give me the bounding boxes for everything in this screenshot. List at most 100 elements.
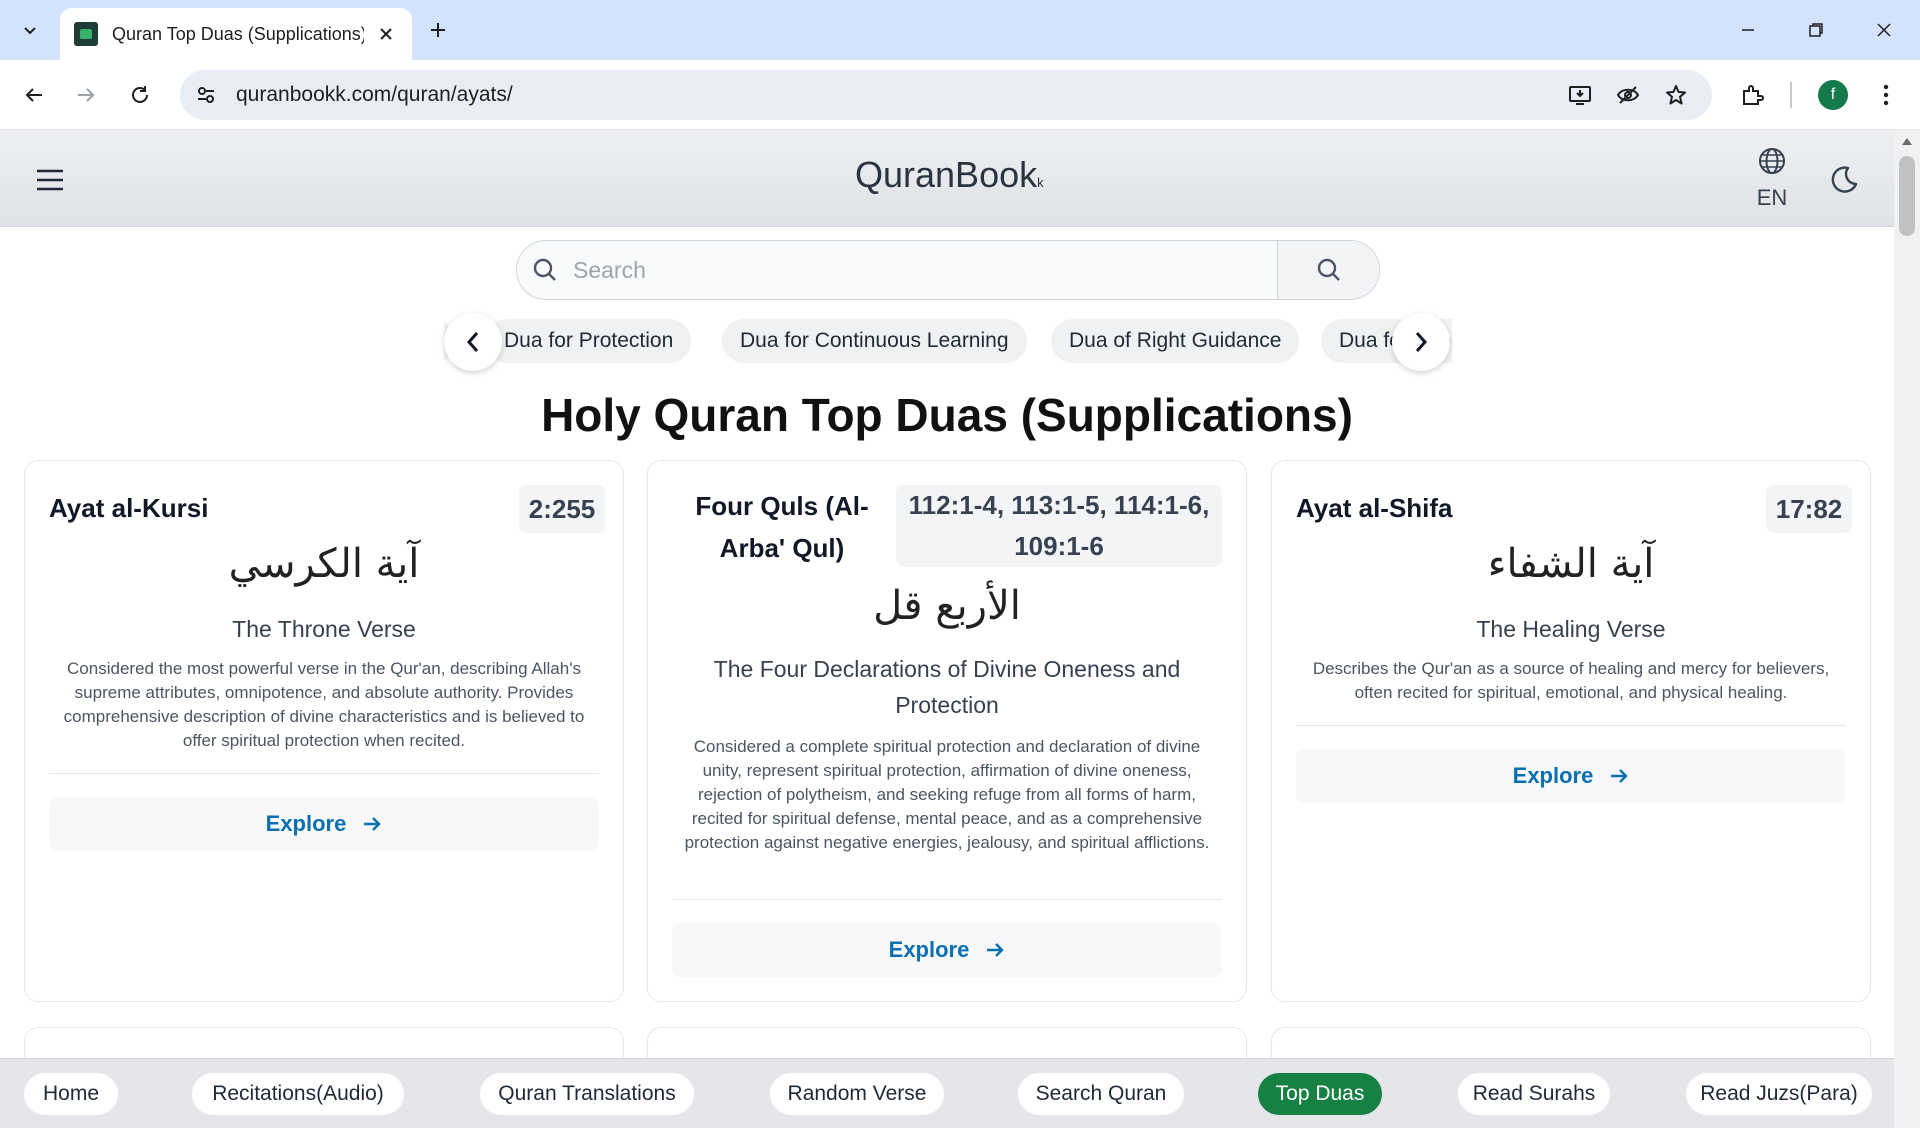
- verse-reference-badge: 2:255: [519, 485, 605, 533]
- address-bar[interactable]: quranbookk.com/quran/ayats/: [180, 70, 1712, 120]
- card-arabic-title: آية الكرسي: [228, 541, 420, 587]
- reload-icon: [132, 86, 148, 103]
- browser-tab-active[interactable]: Quran Top Duas (Supplications): [60, 8, 412, 60]
- language-label: EN: [1756, 185, 1788, 210]
- page-title: Holy Quran Top Duas (Supplications): [541, 389, 1353, 441]
- nav-home[interactable]: Home: [24, 1073, 118, 1115]
- hamburger-menu-button[interactable]: [30, 160, 70, 200]
- explore-button[interactable]: Explore: [49, 797, 599, 851]
- card-english-title: The Throne Verse: [232, 616, 416, 642]
- nav-read-surahs[interactable]: Read Surahs: [1458, 1073, 1610, 1115]
- close-icon: [380, 28, 392, 40]
- verse-reference-badge: 112:1-4, 113:1-5, 114:1-6, 109:1-6: [896, 485, 1222, 567]
- explore-button[interactable]: Explore: [672, 923, 1222, 977]
- nav-search-quran[interactable]: Search Quran: [1018, 1073, 1184, 1115]
- extensions-button[interactable]: [1732, 75, 1772, 115]
- tab-close-button[interactable]: [374, 22, 398, 46]
- carousel-prev-button[interactable]: [444, 313, 502, 371]
- arrow-right-icon: [985, 940, 1005, 960]
- search-icon: [1317, 258, 1340, 281]
- search-icon: [517, 241, 573, 299]
- card-divider: [49, 773, 599, 774]
- quranbook-favicon-icon: [74, 22, 98, 46]
- plus-icon: [431, 23, 445, 37]
- language-selector[interactable]: EN: [1752, 146, 1792, 211]
- scroll-up-arrow-icon[interactable]: [1902, 138, 1912, 145]
- dua-category-carousel: a Dua for Protection Dua for Continuous …: [444, 313, 1452, 381]
- browser-tabstrip: Quran Top Duas (Supplications): [0, 0, 1920, 60]
- site-logo[interactable]: QuranBookk: [855, 154, 1044, 196]
- page-scrollbar[interactable]: [1894, 130, 1920, 1128]
- dark-mode-toggle[interactable]: [1826, 162, 1862, 198]
- chevron-down-icon: [24, 27, 36, 35]
- card-english-title: The Healing Verse: [1476, 616, 1666, 642]
- browser-menu-button[interactable]: [1866, 75, 1906, 115]
- search-input[interactable]: [573, 241, 1277, 299]
- explore-label: Explore: [1512, 763, 1594, 788]
- dua-card: Four Quls (Al-Arba' Qul) 112:1-4, 113:1-…: [647, 460, 1247, 1002]
- card-title: Ayat al-Kursi: [49, 493, 209, 523]
- carousel-viewport: a Dua for Protection Dua for Continuous …: [444, 313, 1452, 381]
- close-window-button[interactable]: [1856, 8, 1912, 52]
- close-icon: [1877, 23, 1891, 37]
- minimize-button[interactable]: [1720, 8, 1776, 52]
- tracking-protection-button[interactable]: [1608, 75, 1648, 115]
- tab-title: Quran Top Duas (Supplications): [112, 23, 364, 44]
- card-arabic-title: آية الشفاء: [1487, 541, 1655, 587]
- card-english-title: The Four Declarations of Divine Oneness …: [713, 656, 1181, 718]
- arrow-right-icon: [78, 88, 95, 102]
- reload-button[interactable]: [120, 75, 160, 115]
- verse-reference-badge: 17:82: [1766, 485, 1852, 533]
- dua-card: Ayat al-Shifa 17:82 آية الشفاء The Heali…: [1271, 460, 1871, 1002]
- chevron-left-icon: [466, 332, 479, 352]
- star-icon: [1666, 85, 1686, 105]
- eye-off-icon: [1616, 86, 1640, 104]
- category-chip[interactable]: Dua for Protection: [486, 319, 692, 363]
- chevron-right-icon: [1415, 332, 1428, 352]
- nav-quran-translations[interactable]: Quran Translations: [480, 1073, 694, 1115]
- profile-avatar[interactable]: f: [1818, 80, 1848, 110]
- category-chip[interactable]: Dua for Continuous Learning: [722, 319, 1027, 363]
- card-arabic-title: الأربع قل: [873, 583, 1021, 629]
- card-divider: [672, 899, 1222, 900]
- install-icon: [1569, 86, 1591, 105]
- puzzle-icon: [1743, 85, 1764, 105]
- dua-card: Ayat al-Kursi 2:255 آية الكرسي The Thron…: [24, 460, 624, 1002]
- logo-text: QuranBook: [855, 154, 1038, 195]
- more-vertical-icon: [1883, 84, 1889, 106]
- nav-random-verse[interactable]: Random Verse: [770, 1073, 944, 1115]
- scrollbar-thumb[interactable]: [1899, 156, 1915, 236]
- globe-icon: [1759, 148, 1785, 174]
- url-text: quranbookk.com/quran/ayats/: [236, 83, 513, 106]
- explore-button[interactable]: Explore: [1296, 749, 1846, 803]
- carousel-next-button[interactable]: [1392, 313, 1450, 371]
- nav-top-duas[interactable]: Top Duas: [1258, 1073, 1382, 1115]
- install-app-button[interactable]: [1560, 75, 1600, 115]
- card-divider: [1296, 725, 1846, 726]
- category-chip[interactable]: Dua of Right Guidance: [1051, 319, 1300, 363]
- forward-button[interactable]: [66, 75, 106, 115]
- nav-read-juzs[interactable]: Read Juzs(Para): [1686, 1073, 1872, 1115]
- card-description: Describes the Qur'an as a source of heal…: [1312, 659, 1830, 702]
- card-description: Considered the most powerful verse in th…: [63, 659, 585, 750]
- new-tab-button[interactable]: [420, 12, 456, 48]
- restore-icon: [1809, 23, 1823, 37]
- hamburger-icon: [37, 169, 63, 191]
- search-submit-button[interactable]: [1277, 241, 1379, 299]
- explore-label: Explore: [888, 937, 970, 962]
- bookmark-star-button[interactable]: [1656, 75, 1696, 115]
- restore-button[interactable]: [1788, 8, 1844, 52]
- moon-icon: [1831, 166, 1858, 193]
- logo-suffix: k: [1037, 175, 1044, 190]
- card-title: Four Quls (Al-Arba' Qul): [695, 491, 869, 563]
- card-description: Considered a complete spiritual protecti…: [684, 737, 1210, 852]
- site-header: QuranBookk EN: [0, 130, 1894, 227]
- site-info-button[interactable]: [186, 75, 226, 115]
- arrow-left-icon: [25, 88, 42, 102]
- toolbar-separator: [1790, 82, 1792, 108]
- tab-search-button[interactable]: [12, 12, 48, 48]
- tune-icon: [198, 87, 214, 103]
- nav-recitations[interactable]: Recitations(Audio): [192, 1073, 404, 1115]
- back-button[interactable]: [14, 75, 54, 115]
- minimize-icon: [1742, 29, 1754, 31]
